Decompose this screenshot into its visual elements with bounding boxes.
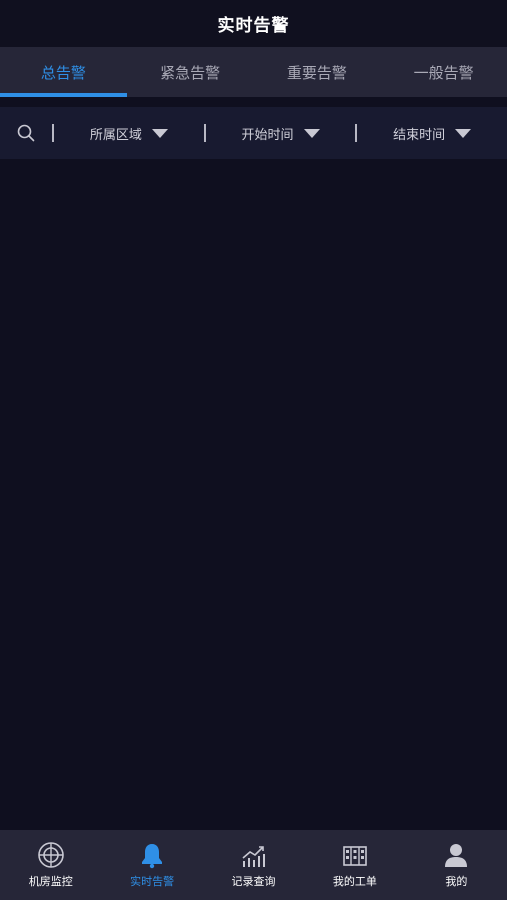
tab-urgent-alarms[interactable]: 紧急告警 <box>127 47 254 97</box>
alarm-tabs: 总告警 紧急告警 重要告警 一般告警 <box>0 47 507 97</box>
app-header: 实时告警 <box>0 0 507 47</box>
end-time-label: 结束时间 <box>393 127 446 143</box>
nav-my-work-orders[interactable]: 我的工单 <box>304 830 405 900</box>
nav-me-label: 我的 <box>445 875 468 888</box>
screen: 实时告警 总告警 紧急告警 重要告警 一般告警 所属区域 开始时间 结束时间 机… <box>0 0 507 900</box>
start-time-label: 开始时间 <box>241 127 294 143</box>
bell-icon <box>142 844 163 869</box>
bottom-nav: 机房监控 实时告警 记录查询 我的工单 我的 <box>0 830 507 900</box>
caret-down-icon <box>455 128 472 138</box>
user-icon <box>445 844 468 867</box>
nav-record-query-label: 记录查询 <box>231 875 276 888</box>
area-filter-label: 所属区域 <box>89 127 142 143</box>
nav-realtime-alarm-label: 实时告警 <box>130 875 175 888</box>
caret-down-icon <box>303 128 320 138</box>
area-filter-dropdown[interactable]: 所属区域 <box>54 124 204 143</box>
nav-my-work-orders-label: 我的工单 <box>332 875 377 888</box>
tab-important-alarms[interactable]: 重要告警 <box>254 47 381 97</box>
search-icon <box>17 124 35 142</box>
end-time-dropdown[interactable]: 结束时间 <box>357 124 507 143</box>
tab-general-alarms[interactable]: 一般告警 <box>380 47 507 97</box>
nav-room-monitor-label: 机房监控 <box>28 875 73 888</box>
alarm-list[interactable] <box>0 159 507 830</box>
target-icon <box>37 842 64 868</box>
chart-icon <box>241 846 265 867</box>
page-title: 实时告警 <box>217 16 290 36</box>
start-time-dropdown[interactable]: 开始时间 <box>206 124 356 143</box>
nav-room-monitor[interactable]: 机房监控 <box>0 830 101 900</box>
search-button[interactable] <box>0 107 52 159</box>
filter-bar: 所属区域 开始时间 结束时间 <box>0 107 507 159</box>
nav-record-query[interactable]: 记录查询 <box>203 830 304 900</box>
nav-realtime-alarm[interactable]: 实时告警 <box>101 830 202 900</box>
nav-me[interactable]: 我的 <box>406 830 507 900</box>
building-icon <box>343 846 367 866</box>
tab-total-alarms[interactable]: 总告警 <box>0 47 127 97</box>
caret-down-icon <box>151 128 168 138</box>
